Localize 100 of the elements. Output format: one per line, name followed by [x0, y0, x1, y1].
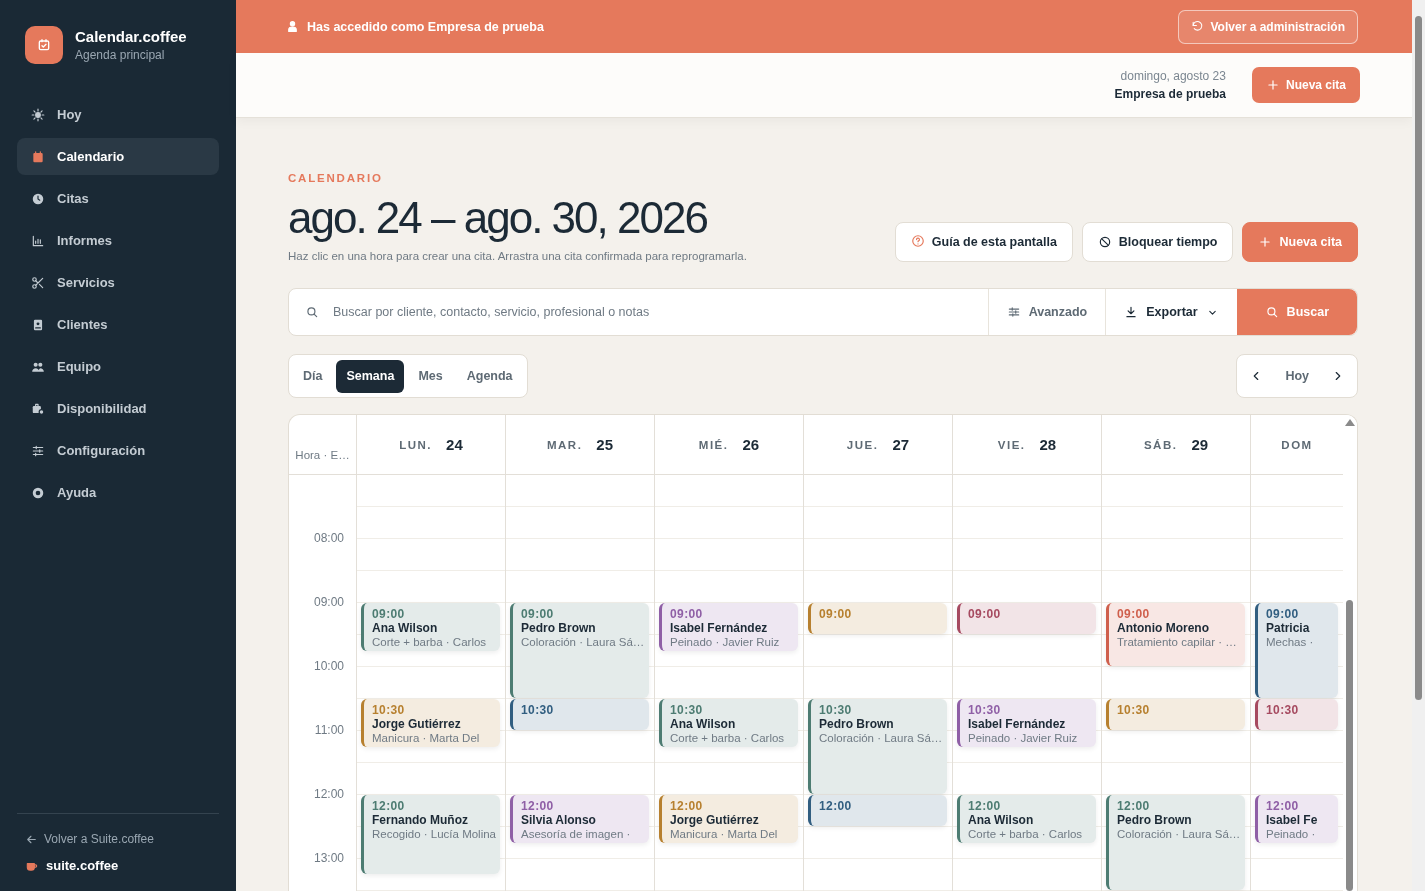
- appointment-card[interactable]: 12:00 Isabel Fe Peinado ·: [1255, 795, 1338, 843]
- calendar-scrollbar[interactable]: [1343, 415, 1357, 891]
- contact-card-icon: [31, 317, 45, 332]
- hour-label: 10:00: [313, 659, 344, 673]
- service-detail: Asesoría de imagen ·: [521, 827, 632, 841]
- appointment-time: 10:30: [372, 703, 406, 717]
- appointment-card[interactable]: 12:00 Silvia Alonso Asesoría de imagen ·: [510, 795, 649, 843]
- sidebar-item[interactable]: Ayuda: [17, 474, 219, 511]
- client-name: Ana Wilson: [372, 621, 439, 635]
- hour-label: 08:00: [313, 531, 344, 545]
- sidebar-item[interactable]: Clientes: [17, 306, 219, 343]
- weekday-label: DOM: [1281, 438, 1313, 451]
- search-field[interactable]: Buscar por cliente, contacto, servicio, profesional o notas: [331, 304, 972, 320]
- page-scrollbar[interactable]: [1412, 0, 1425, 891]
- appointment-card[interactable]: 10:30 Pedro Brown Coloración · Laura Sá…: [808, 699, 947, 794]
- weekday-label: VIE.: [997, 438, 1026, 451]
- appointment-card[interactable]: 10:30 Ana Wilson Corte + barba · Carlos: [659, 699, 798, 747]
- client-name: Pedro Brown: [521, 621, 597, 635]
- service-detail: Mechas ·: [1266, 635, 1315, 649]
- appointment-card[interactable]: 09:00 Pedro Brown Coloración · Laura Sá…: [510, 603, 649, 698]
- appointment-card[interactable]: 12:00 Jorge Gutiérrez Manicura · Marta Del: [659, 795, 798, 843]
- appointment-time: 09:00: [521, 607, 555, 621]
- client-name: Jorge Gutiérrez: [372, 717, 462, 731]
- hour-label: 11:00: [314, 723, 344, 737]
- sidebar-item[interactable]: Informes: [17, 222, 219, 259]
- service-detail: Coloración · Laura Sá…: [521, 635, 643, 649]
- suite-brand[interactable]: suite.coffee: [25, 858, 219, 873]
- sidebar-item[interactable]: Hoy: [17, 96, 219, 133]
- appointment-card[interactable]: 12:00 Pedro Brown Coloración · Laura Sá…: [1106, 795, 1245, 890]
- appointment-card[interactable]: 09:00: [957, 603, 1096, 634]
- client-name: Antonio Moreno: [1117, 621, 1210, 635]
- appointment-card[interactable]: 10:30 Isabel Fernández Peinado · Javier Ruiz: [957, 699, 1096, 747]
- view-tab[interactable]: Agenda: [456, 359, 523, 393]
- weekday-label: MAR.: [546, 438, 583, 451]
- day-number: 27: [892, 436, 910, 453]
- day-number: 29: [1191, 436, 1209, 453]
- client-name: Silvia Alonso: [521, 813, 597, 827]
- brand-subtitle: Agenda principal: [75, 48, 166, 62]
- appointment-time: 09:00: [372, 607, 406, 621]
- appointment-time: 09:00: [1266, 607, 1300, 621]
- appointment-time: 10:30: [968, 703, 1002, 717]
- brand-name: Calendar.coffee: [75, 28, 187, 45]
- undo-icon: [1190, 20, 1204, 33]
- scroll-up-icon[interactable]: [1345, 419, 1355, 426]
- block-time-button[interactable]: Bloquear tiempo: [1081, 222, 1234, 262]
- sidebar-item[interactable]: Equipo: [17, 348, 219, 385]
- appointment-card[interactable]: 12:00 Fernando Muñoz Recogido · Lucía Molina: [361, 795, 500, 874]
- client-name: Isabel Fe: [1266, 813, 1319, 827]
- day-number: 25: [596, 436, 614, 453]
- appointment-card[interactable]: 09:00 Isabel Fernández Peinado · Javier Ruiz: [659, 603, 798, 651]
- calendar-check-icon: [36, 37, 52, 53]
- appointment-card[interactable]: 09:00 Ana Wilson Corte + barba · Carlos: [361, 603, 500, 651]
- block-icon: [1097, 235, 1112, 249]
- service-detail: Corte + barba · Carlos: [372, 635, 488, 649]
- user-badge-icon: [286, 20, 299, 33]
- view-tab[interactable]: Mes: [408, 359, 453, 393]
- appointment-card[interactable]: 12:00: [808, 795, 947, 826]
- impersonation-notice: Has accedido como Empresa de prueba: [307, 19, 544, 34]
- appointment-time: 09:00: [968, 607, 1002, 621]
- view-tab[interactable]: Semana: [336, 359, 405, 393]
- appointment-time: 12:00: [1117, 799, 1151, 813]
- back-link[interactable]: Volver a Suite.coffee: [25, 832, 219, 846]
- sidebar-item[interactable]: Citas: [17, 180, 219, 217]
- download-icon: [1124, 305, 1139, 319]
- plus-icon: [1265, 78, 1280, 92]
- service-detail: Recogido · Lucía Molina: [372, 827, 494, 841]
- hour-label: 09:00: [313, 595, 344, 609]
- appointment-time: 09:00: [670, 607, 704, 621]
- client-name: Isabel Fernández: [968, 717, 1067, 731]
- weekday-label: MIÉ.: [698, 438, 729, 451]
- appointment-card[interactable]: 09:00 Patricia Mechas ·: [1255, 603, 1338, 698]
- appointment-time: 12:00: [819, 799, 853, 813]
- service-detail: Peinado ·: [1266, 827, 1317, 841]
- appointment-card[interactable]: 12:00 Ana Wilson Corte + barba · Carlos: [957, 795, 1096, 843]
- client-name: Isabel Fernández: [670, 621, 769, 635]
- search-icon: [305, 305, 319, 319]
- search-icon: [1264, 305, 1279, 319]
- hour-label: 12:00: [313, 787, 344, 801]
- lifebuoy-icon: [31, 485, 45, 500]
- hour-label: 13:00: [313, 851, 344, 865]
- day-number: 26: [742, 436, 760, 453]
- sidebar-item[interactable]: Configuración: [17, 432, 219, 469]
- day-number: 24: [446, 436, 463, 453]
- view-tab[interactable]: Día: [293, 359, 333, 393]
- sidebar-item[interactable]: Disponibilidad: [17, 390, 219, 427]
- sidebar-item[interactable]: Calendario: [17, 138, 219, 175]
- calendar-icon: [31, 149, 45, 164]
- appointment-card[interactable]: 09:00 Antonio Moreno Tratamiento capilar · …: [1106, 603, 1245, 666]
- service-detail: Manicura · Marta Del: [670, 827, 779, 841]
- service-detail: Coloración · Laura Sá…: [819, 731, 941, 745]
- client-name: Fernando Muñoz: [372, 813, 469, 827]
- appointment-card[interactable]: 10:30 Jorge Gutiérrez Manicura · Marta Del: [361, 699, 500, 747]
- time-column-header: Hora · E…: [295, 449, 350, 461]
- sidebar-item[interactable]: Servicios: [17, 264, 219, 301]
- appointment-card[interactable]: 10:30: [1255, 699, 1338, 730]
- appointment-time: 10:30: [819, 703, 853, 717]
- company-name: Empresa de prueba: [1114, 86, 1226, 103]
- screen-guide-button[interactable]: Guía de esta pantalla: [894, 222, 1073, 262]
- appointment-card[interactable]: 10:30: [510, 699, 649, 730]
- appointment-time: 12:00: [670, 799, 704, 813]
